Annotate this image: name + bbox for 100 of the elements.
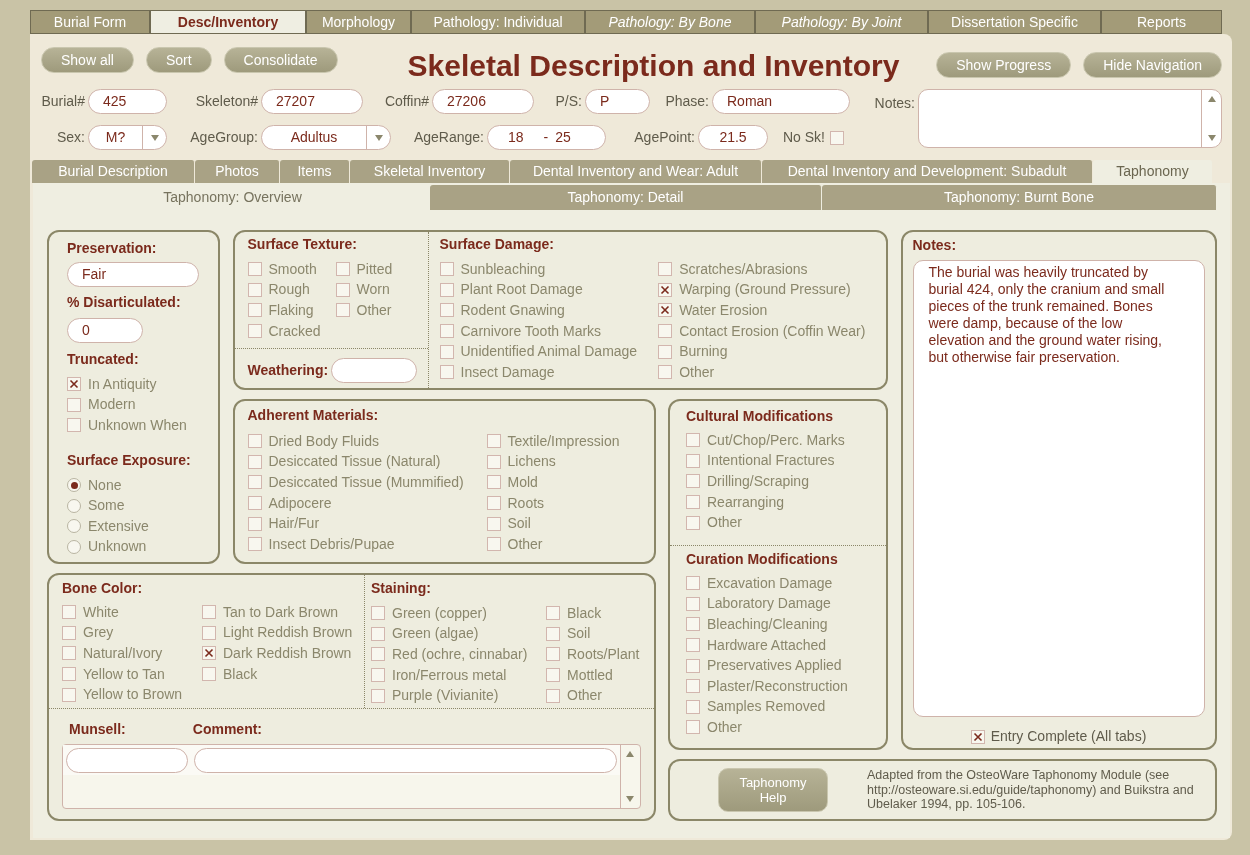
scroll-up-icon[interactable] [1206, 95, 1217, 103]
checkbox[interactable] [970, 729, 985, 744]
text-field[interactable]: Roman [712, 89, 850, 114]
checkbox[interactable] [62, 625, 76, 640]
toolbar-button[interactable]: Show all [41, 47, 134, 73]
checkbox[interactable] [247, 496, 262, 511]
nav-tab[interactable]: Pathology: By Bone [585, 10, 755, 34]
checkbox[interactable] [67, 397, 81, 412]
section-tab[interactable]: Dental Inventory and Wear: Adult [510, 160, 762, 183]
checkbox[interactable] [371, 688, 385, 703]
checkbox[interactable] [658, 282, 673, 297]
toolbar-button[interactable]: Sort [145, 47, 212, 73]
checkbox[interactable] [202, 667, 216, 682]
scroll-down-icon[interactable] [625, 795, 635, 803]
checkbox[interactable] [686, 658, 700, 673]
section-tab[interactable]: Dental Inventory and Development: Subadult [762, 160, 1093, 183]
checkbox[interactable] [371, 626, 385, 641]
checkbox[interactable] [247, 516, 262, 531]
checkbox[interactable] [247, 282, 262, 297]
checkbox[interactable] [247, 324, 262, 339]
checkbox[interactable] [247, 434, 262, 449]
text-field[interactable]: P [585, 89, 650, 114]
checkbox[interactable] [486, 434, 501, 449]
checkbox[interactable] [439, 262, 454, 277]
checkbox[interactable] [686, 474, 700, 489]
checkbox[interactable] [202, 625, 216, 640]
checkbox[interactable] [62, 605, 76, 620]
section-tab[interactable]: Burial Description [32, 160, 195, 183]
checkbox[interactable] [335, 303, 350, 318]
checkbox[interactable] [202, 646, 216, 661]
checkbox[interactable] [686, 679, 700, 694]
dropdown[interactable]: M? [88, 125, 167, 150]
age-range-field[interactable]: 18 - 25 [487, 125, 606, 150]
checkbox[interactable] [686, 453, 700, 468]
checkbox[interactable] [658, 262, 673, 277]
radio-button[interactable] [67, 519, 81, 534]
checkbox[interactable] [546, 606, 560, 621]
checkbox[interactable] [686, 699, 700, 714]
checkbox[interactable] [439, 324, 454, 339]
text-field[interactable]: 21.5 [698, 125, 768, 150]
toolbar-button[interactable]: Hide Navigation [1083, 52, 1222, 78]
text-field[interactable]: 425 [88, 89, 167, 114]
checkbox[interactable] [658, 324, 673, 339]
checkbox[interactable] [67, 377, 81, 392]
checkbox[interactable] [247, 537, 262, 552]
checkbox[interactable] [62, 646, 76, 661]
toolbar-button[interactable]: Show Progress [936, 52, 1072, 78]
checkbox[interactable] [686, 720, 700, 735]
scroll-up-icon[interactable] [625, 750, 635, 758]
notes-field[interactable] [918, 89, 1222, 148]
nav-tab[interactable]: Morphology [306, 10, 411, 34]
notes-text[interactable]: The burial was heavily truncated by burial 424, only the cranium and small pieces of the trunk remained. Bones were damp, because of the low elevation and the ground water rising, but otherwise fair preservation. [912, 260, 1205, 717]
nav-tab[interactable]: Pathology: Individual [411, 10, 585, 34]
checkbox[interactable] [247, 454, 262, 469]
checkbox[interactable] [546, 647, 560, 662]
checkbox[interactable] [686, 495, 700, 510]
dropdown[interactable]: Adultus [261, 125, 391, 150]
text-field[interactable] [194, 748, 617, 773]
text-field[interactable]: Fair [67, 262, 199, 287]
nav-tab[interactable]: Pathology: By Joint [755, 10, 928, 34]
checkbox[interactable] [686, 638, 700, 653]
checkbox[interactable] [62, 687, 76, 702]
checkbox[interactable] [486, 496, 501, 511]
checkbox[interactable] [658, 303, 673, 318]
checkbox[interactable] [686, 596, 700, 611]
checkbox[interactable] [686, 617, 700, 632]
scroll-down-icon[interactable] [1206, 134, 1217, 142]
checkbox[interactable] [546, 668, 560, 683]
checkbox[interactable] [486, 516, 501, 531]
radio-button[interactable] [67, 498, 81, 513]
nav-tab[interactable]: Reports [1101, 10, 1222, 34]
checkbox[interactable] [371, 668, 385, 683]
checkbox[interactable] [658, 344, 673, 359]
checkbox[interactable] [546, 626, 560, 641]
section-tab[interactable]: Photos [195, 160, 280, 183]
radio-button[interactable] [67, 539, 81, 554]
checkbox[interactable] [371, 647, 385, 662]
checkbox[interactable] [439, 282, 454, 297]
checkbox[interactable] [247, 475, 262, 490]
text-field[interactable]: 27207 [261, 89, 363, 114]
checkbox[interactable] [486, 537, 501, 552]
text-field[interactable]: 0 [67, 318, 143, 343]
checkbox[interactable] [371, 606, 385, 621]
radio-button[interactable] [67, 478, 81, 493]
nav-tab[interactable]: Desc/Inventory [150, 10, 306, 34]
checkbox[interactable] [439, 303, 454, 318]
checkbox[interactable] [247, 262, 262, 277]
checkbox[interactable] [658, 365, 673, 380]
checkbox[interactable] [686, 433, 700, 448]
checkbox[interactable] [335, 282, 350, 297]
section-tab[interactable]: Skeletal Inventory [350, 160, 510, 183]
help-button[interactable]: Taphonomy Help [718, 768, 828, 812]
checkbox[interactable] [439, 344, 454, 359]
sub-tab[interactable]: Taphonomy: Burnt Bone [822, 185, 1217, 210]
checkbox[interactable] [486, 475, 501, 490]
checkbox[interactable] [686, 576, 700, 591]
sub-tab[interactable]: Taphonomy: Detail [430, 185, 822, 210]
checkbox[interactable] [830, 130, 844, 145]
text-field[interactable] [66, 748, 188, 773]
checkbox[interactable] [67, 418, 81, 433]
